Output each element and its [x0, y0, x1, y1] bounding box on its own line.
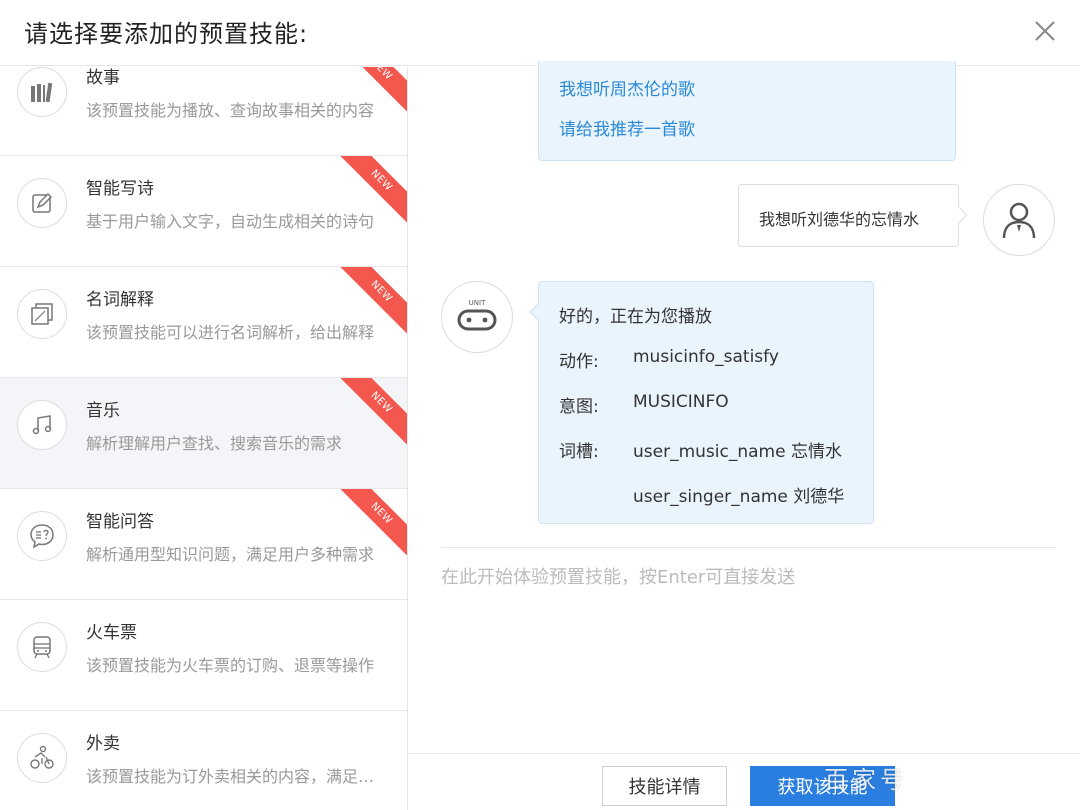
skill-name: 故事 — [86, 68, 120, 88]
music-note-icon — [17, 400, 67, 450]
unit-robot-icon: UNIT — [441, 281, 513, 353]
suggestion-bubble: 我想听周杰伦的歌 请给我推荐一首歌 — [538, 61, 956, 161]
suggestion-link[interactable]: 我想听周杰伦的歌 — [559, 75, 695, 100]
train-icon — [17, 622, 67, 672]
bubble-tail — [950, 206, 968, 224]
skill-detail-button[interactable]: 技能详情 — [602, 766, 727, 806]
bot-reply-bubble: 好的，正在为您播放 动作: musicinfo_satisfy 意图: MUSI… — [529, 281, 874, 524]
intent-value: MUSICINFO — [633, 392, 729, 412]
skill-description: 该预置技能为火车票的订购、退票等操作 — [86, 656, 375, 675]
chat-panel: 我想听周杰伦的歌 请给我推荐一首歌 我想听刘德华的忘情水 UNIT 好的，正在为… — [409, 61, 1080, 810]
bubble-tail — [529, 303, 547, 321]
robot-label: UNIT — [469, 299, 486, 307]
delivery-bike-icon — [17, 733, 67, 783]
bot-greeting: 好的，正在为您播放 — [559, 307, 712, 327]
dialog-title: 请选择要添加的预置技能: — [24, 20, 309, 48]
skill-name: 智能问答 — [86, 512, 154, 532]
skill-item-term-explanation[interactable]: 名词解释 该预置技能可以进行名词解析，给出解释 NEW — [0, 267, 407, 378]
dialog-header: 请选择要添加的预置技能: — [0, 0, 1080, 66]
suggestion-link[interactable]: 请给我推荐一首歌 — [559, 115, 695, 140]
skill-description: 该预置技能为播放、查询故事相关的内容 — [86, 101, 375, 120]
user-message-text: 我想听刘德华的忘情水 — [759, 210, 920, 229]
skill-description: 该预置技能可以进行名词解析，给出解释 — [86, 323, 375, 342]
slots-label: 词槽: — [559, 442, 599, 462]
intent-label: 意图: — [559, 397, 599, 417]
chat-question-icon — [17, 511, 67, 561]
skill-item-story[interactable]: 故事 该预置技能为播放、查询故事相关的内容 NEW — [0, 67, 407, 156]
skill-list[interactable]: 故事 该预置技能为播放、查询故事相关的内容 NEW 智能写诗 基于用户输入文字，… — [0, 67, 408, 810]
action-label: 动作: — [559, 352, 599, 372]
user-message-bubble: 我想听刘德华的忘情水 — [738, 184, 968, 247]
skill-name: 名词解释 — [86, 290, 154, 310]
skill-name: 音乐 — [86, 401, 120, 421]
skill-item-music[interactable]: 音乐 解析理解用户查找、搜索音乐的需求 NEW — [0, 378, 407, 489]
skill-item-train-ticket[interactable]: 火车票 该预置技能为火车票的订购、退票等操作 — [0, 600, 407, 711]
message-input[interactable] — [441, 563, 1056, 743]
book-icon — [17, 67, 67, 117]
dialog-footer: 技能详情 获取该技能 — [409, 753, 1080, 810]
pen-icon — [17, 178, 67, 228]
skill-name: 智能写诗 — [86, 179, 154, 199]
action-value: musicinfo_satisfy — [633, 347, 779, 367]
skill-item-takeout[interactable]: 外卖 该预置技能为订外卖相关的内容，满足用户 — [0, 711, 407, 810]
skill-description: 解析通用型知识问题，满足用户多种需求 — [86, 545, 375, 564]
skill-description: 基于用户输入文字，自动生成相关的诗句 — [86, 212, 375, 231]
input-divider — [441, 547, 1056, 548]
slot-value: user_singer_name 刘德华 — [633, 487, 845, 507]
dictionary-icon — [17, 289, 67, 339]
skill-item-poetry[interactable]: 智能写诗 基于用户输入文字，自动生成相关的诗句 NEW — [0, 156, 407, 267]
watermark: 百家号 — [824, 766, 908, 794]
skill-name: 火车票 — [86, 623, 137, 643]
user-avatar-icon — [983, 184, 1055, 256]
skill-description: 解析理解用户查找、搜索音乐的需求 — [86, 434, 343, 453]
skill-item-qa[interactable]: 智能问答 解析通用型知识问题，满足用户多种需求 NEW — [0, 489, 407, 600]
slot-value: user_music_name 忘情水 — [633, 442, 842, 462]
close-icon[interactable] — [1030, 16, 1060, 46]
skill-name: 外卖 — [86, 734, 120, 754]
skill-description: 该预置技能为订外卖相关的内容，满足用户 — [86, 767, 378, 786]
